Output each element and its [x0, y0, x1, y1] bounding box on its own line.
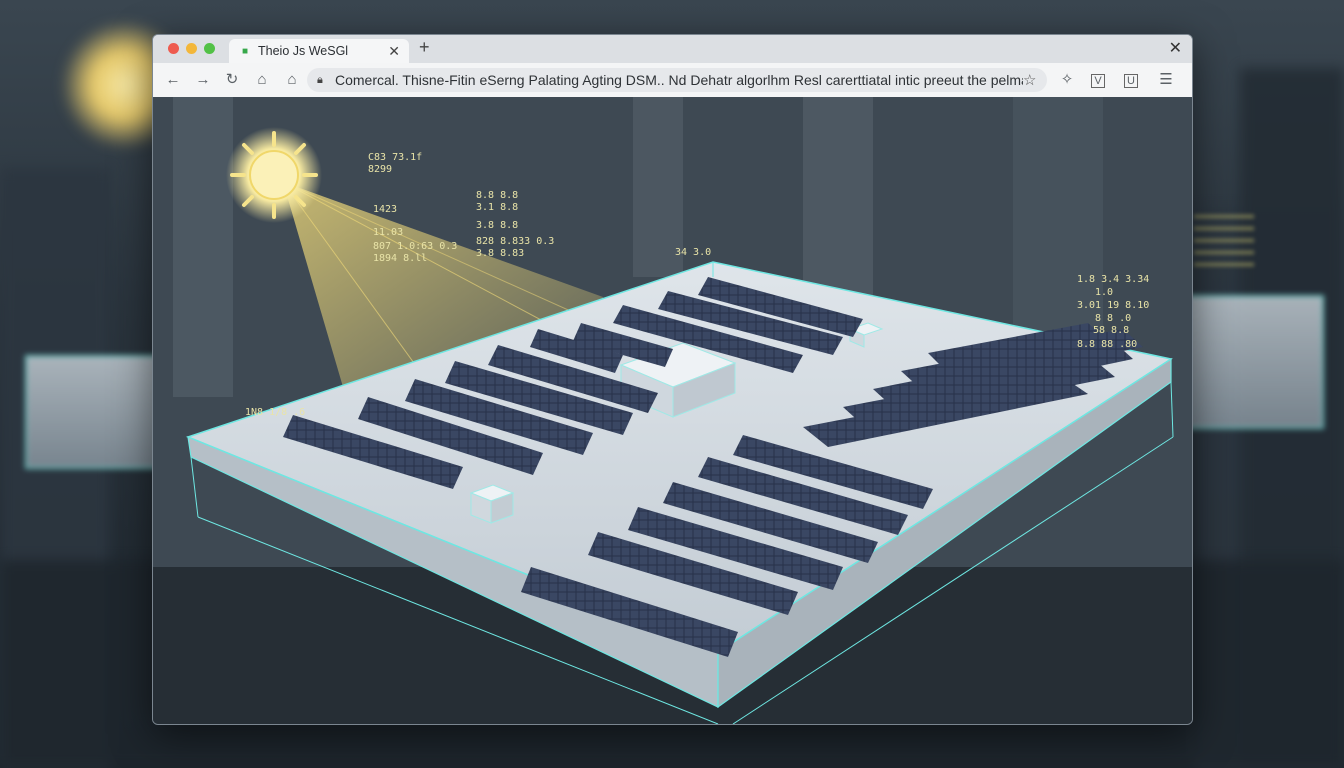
browser-window: ■ Theio Js WeSGl ✕ + ✕ ← → ↻ ⌂ ⌂ 🔒︎ Come… — [152, 34, 1193, 725]
right-label: 1.0 — [1095, 287, 1113, 298]
background-labels — [1194, 215, 1254, 275]
lock-icon: 🔒︎ — [317, 73, 323, 86]
sparkle-icon[interactable]: ✧ — [1057, 70, 1077, 90]
address-bar[interactable]: 🔒︎ Comercal. Thisne-Fitin eSerng Palatin… — [307, 68, 1047, 92]
sun-icon — [226, 127, 322, 223]
webgl-viewport[interactable]: C83 73.1f 8299 1423 11.03 807 1.0:63 0.3… — [153, 97, 1192, 724]
tab-bar: ■ Theio Js WeSGl ✕ + ✕ — [153, 35, 1192, 63]
lock-icon: ■ — [242, 45, 249, 57]
sun-label: 3.1 8.8 — [476, 202, 518, 213]
rooftop-solar-scene: C83 73.1f 8299 1423 11.03 807 1.0:63 0.3… — [153, 97, 1192, 724]
right-label: 8 8 .0 — [1095, 313, 1131, 324]
sun-label: 3.8 8.8 — [476, 220, 518, 231]
right-label: 8.8 88 .80 — [1077, 339, 1137, 350]
star-icon[interactable]: ☆ — [1023, 71, 1041, 89]
sun-label: 3.8 8.83 — [476, 248, 524, 259]
sun-label: 828 8.833 0.3 — [476, 236, 554, 247]
arrow-right-icon[interactable]: → — [193, 70, 213, 90]
window-close-dot[interactable] — [168, 43, 179, 54]
toolbar: ← → ↻ ⌂ ⌂ 🔒︎ Comercal. Thisne-Fitin eSer… — [153, 63, 1192, 98]
sun-label: 807 1.0:63 0.3 — [373, 241, 457, 252]
arrow-left-icon[interactable]: ← — [163, 70, 183, 90]
tab-active[interactable]: ■ Theio Js WeSGl ✕ — [229, 39, 409, 63]
right-label: 3.01 19 8.10 — [1077, 300, 1149, 311]
sun-label: 1894 8.ll — [373, 253, 427, 264]
u-icon[interactable]: U — [1124, 74, 1138, 88]
tab-close-icon[interactable]: ✕ — [388, 43, 400, 60]
window-close-icon[interactable]: ✕ — [1169, 38, 1182, 58]
home-icon[interactable]: ⌂ — [282, 70, 302, 90]
v-icon[interactable]: V — [1091, 74, 1105, 88]
menu-icon[interactable]: ☰ — [1156, 70, 1176, 90]
right-label: 1.8 3.4 3.34 — [1077, 274, 1149, 285]
sun-label: 8.8 8.8 — [476, 190, 518, 201]
reload-icon[interactable]: ↻ — [222, 70, 242, 90]
corner-label: 34 3.0 — [675, 247, 711, 258]
window-maximize-dot[interactable] — [204, 43, 215, 54]
sun-label: 11.03 — [373, 227, 403, 238]
right-label: 58 8.8 — [1093, 325, 1129, 336]
tab-title: Theio Js WeSGl — [258, 44, 349, 58]
address-url[interactable]: Comercal. Thisne-Fitin eSerng Palating A… — [335, 72, 1023, 88]
new-tab-icon[interactable]: + — [419, 37, 430, 58]
corner-label: 1N8 1/8 .6 — [245, 407, 305, 418]
home-icon[interactable]: ⌂ — [252, 70, 272, 90]
sun-label: 8299 — [368, 164, 392, 175]
background-rooftop-right — [1185, 295, 1324, 429]
sun-label: 1423 — [373, 204, 397, 215]
sun-label: C83 73.1f — [368, 152, 422, 163]
window-minimize-dot[interactable] — [186, 43, 197, 54]
background-rooftop-left — [25, 355, 169, 469]
